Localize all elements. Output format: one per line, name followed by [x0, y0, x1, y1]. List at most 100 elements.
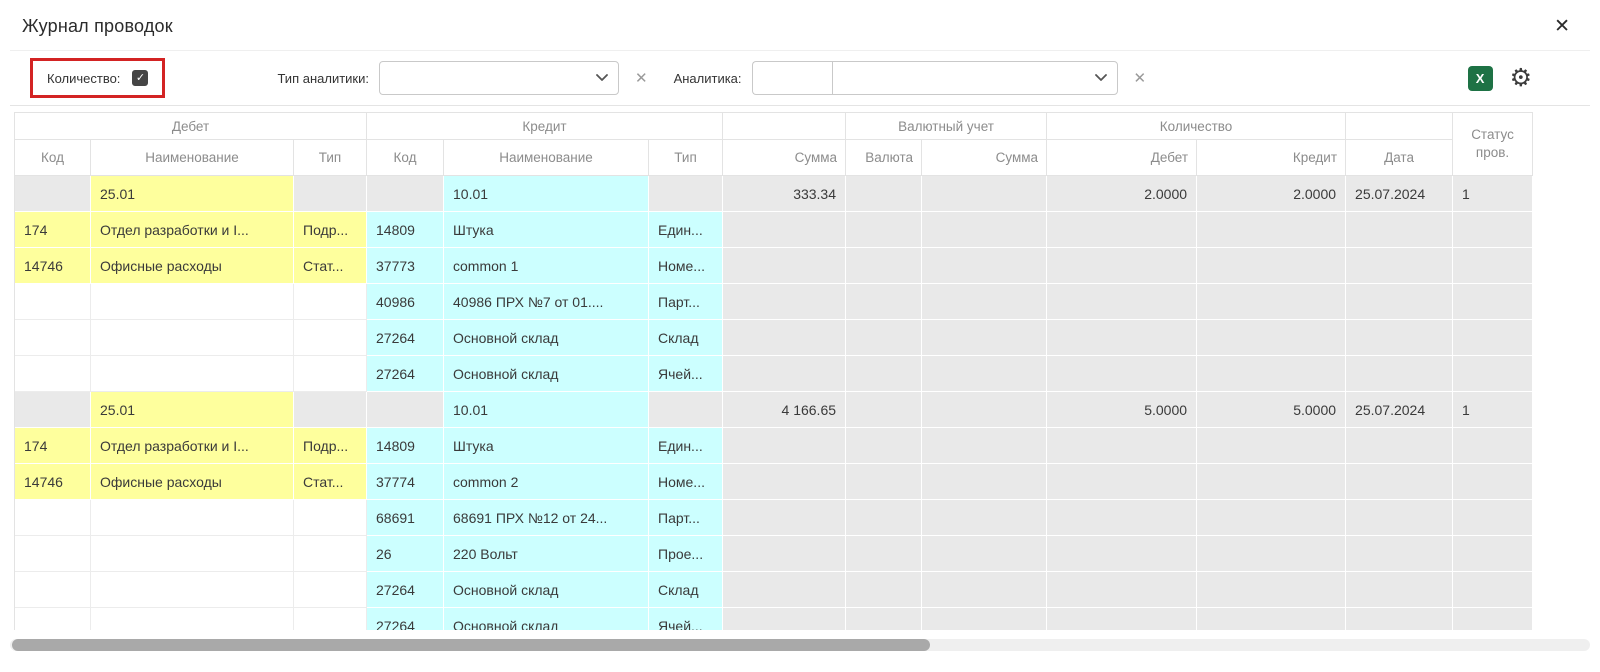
table-cell[interactable]: [15, 356, 91, 392]
table-cell[interactable]: [846, 608, 922, 630]
table-cell[interactable]: Основной склад: [444, 320, 649, 356]
table-cell[interactable]: [922, 356, 1047, 392]
table-cell[interactable]: [1197, 356, 1346, 392]
table-cell[interactable]: [1453, 500, 1533, 536]
table-cell[interactable]: [367, 176, 444, 212]
table-cell[interactable]: [1047, 212, 1197, 248]
table-cell[interactable]: [846, 212, 922, 248]
scrollbar-thumb[interactable]: [12, 639, 930, 651]
table-cell[interactable]: 10.01: [444, 176, 649, 212]
table-row[interactable]: 14746Офисные расходыСтат...37774common 2…: [15, 464, 1533, 500]
table-cell[interactable]: [1047, 248, 1197, 284]
table-cell[interactable]: [91, 536, 294, 572]
table-cell[interactable]: [91, 356, 294, 392]
table-cell[interactable]: [1453, 248, 1533, 284]
table-cell[interactable]: [649, 176, 723, 212]
table-row[interactable]: 27264Основной складСклад: [15, 572, 1533, 608]
table-cell[interactable]: [294, 356, 367, 392]
table-cell[interactable]: 68691: [367, 500, 444, 536]
table-cell[interactable]: [846, 428, 922, 464]
table-cell[interactable]: [1047, 536, 1197, 572]
table-cell[interactable]: [1346, 572, 1453, 608]
table-cell[interactable]: [922, 536, 1047, 572]
table-cell[interactable]: [1346, 464, 1453, 500]
table-cell[interactable]: Подр...: [294, 212, 367, 248]
table-cell[interactable]: 14746: [15, 248, 91, 284]
table-cell[interactable]: [91, 284, 294, 320]
table-cell[interactable]: [15, 500, 91, 536]
table-cell[interactable]: 26: [367, 536, 444, 572]
table-cell[interactable]: 37774: [367, 464, 444, 500]
table-row[interactable]: 27264Основной складЯчей...: [15, 356, 1533, 392]
table-cell[interactable]: 14809: [367, 428, 444, 464]
table-cell[interactable]: [723, 356, 846, 392]
table-cell[interactable]: [15, 392, 91, 428]
table-cell[interactable]: [1047, 608, 1197, 630]
table-cell[interactable]: [15, 608, 91, 630]
excel-export-icon[interactable]: X: [1468, 66, 1493, 91]
analytics-select[interactable]: [832, 61, 1118, 95]
table-cell[interactable]: [1453, 464, 1533, 500]
table-cell[interactable]: [1047, 500, 1197, 536]
table-cell[interactable]: [723, 428, 846, 464]
table-cell[interactable]: [91, 572, 294, 608]
table-cell[interactable]: [294, 392, 367, 428]
horizontal-scrollbar[interactable]: [10, 639, 1590, 651]
table-cell[interactable]: Штука: [444, 212, 649, 248]
table-cell[interactable]: common 2: [444, 464, 649, 500]
table-cell[interactable]: Офисные расходы: [91, 464, 294, 500]
gear-icon[interactable]: ⚙: [1510, 66, 1532, 91]
table-cell[interactable]: Основной склад: [444, 572, 649, 608]
table-cell[interactable]: [15, 176, 91, 212]
table-cell[interactable]: Штука: [444, 428, 649, 464]
clear-analytics-type-icon[interactable]: ✕: [635, 71, 648, 86]
quantity-checkbox[interactable]: ✓: [132, 70, 148, 86]
table-cell[interactable]: 5.0000: [1197, 392, 1346, 428]
table-cell[interactable]: [846, 500, 922, 536]
table-cell[interactable]: [1346, 320, 1453, 356]
table-cell[interactable]: 27264: [367, 320, 444, 356]
table-row[interactable]: 174Отдел разработки и I...Подр...14809Шт…: [15, 212, 1533, 248]
table-cell[interactable]: [922, 572, 1047, 608]
table-cell[interactable]: [1197, 248, 1346, 284]
table-cell[interactable]: 40986 ПРХ №7 от 01....: [444, 284, 649, 320]
table-cell[interactable]: 25.07.2024: [1346, 176, 1453, 212]
table-cell[interactable]: 68691 ПРХ №12 от 24...: [444, 500, 649, 536]
table-row[interactable]: 4098640986 ПРХ №7 от 01....Парт...: [15, 284, 1533, 320]
table-cell[interactable]: [1197, 500, 1346, 536]
table-cell[interactable]: Склад: [649, 572, 723, 608]
table-cell[interactable]: 1: [1453, 176, 1533, 212]
table-cell[interactable]: [1453, 284, 1533, 320]
table-cell[interactable]: [723, 536, 846, 572]
table-cell[interactable]: 27264: [367, 572, 444, 608]
table-cell[interactable]: [1197, 464, 1346, 500]
table-cell[interactable]: [91, 320, 294, 356]
table-cell[interactable]: [723, 464, 846, 500]
table-cell[interactable]: 4 166.65: [723, 392, 846, 428]
table-cell[interactable]: Номе...: [649, 248, 723, 284]
table-cell[interactable]: [723, 320, 846, 356]
table-cell[interactable]: [1197, 284, 1346, 320]
table-row[interactable]: 27264Основной складСклад: [15, 320, 1533, 356]
table-cell[interactable]: Ячей...: [649, 608, 723, 630]
table-cell[interactable]: [1453, 320, 1533, 356]
close-icon[interactable]: ✕: [1554, 17, 1570, 36]
table-cell[interactable]: 2.0000: [1197, 176, 1346, 212]
table-cell[interactable]: [922, 248, 1047, 284]
table-cell[interactable]: 14746: [15, 464, 91, 500]
table-cell[interactable]: Офисные расходы: [91, 248, 294, 284]
table-cell[interactable]: [922, 320, 1047, 356]
table-cell[interactable]: [1047, 284, 1197, 320]
table-cell[interactable]: 37773: [367, 248, 444, 284]
table-cell[interactable]: [846, 392, 922, 428]
table-cell[interactable]: [1047, 428, 1197, 464]
table-cell[interactable]: [846, 176, 922, 212]
table-cell[interactable]: [294, 284, 367, 320]
table-cell[interactable]: 25.01: [91, 392, 294, 428]
table-cell[interactable]: [294, 536, 367, 572]
table-row[interactable]: 174Отдел разработки и I...Подр...14809Шт…: [15, 428, 1533, 464]
table-cell[interactable]: Прое...: [649, 536, 723, 572]
table-row[interactable]: 27264Основной складЯчей...: [15, 608, 1533, 630]
table-cell[interactable]: [1453, 428, 1533, 464]
table-cell[interactable]: [1346, 212, 1453, 248]
